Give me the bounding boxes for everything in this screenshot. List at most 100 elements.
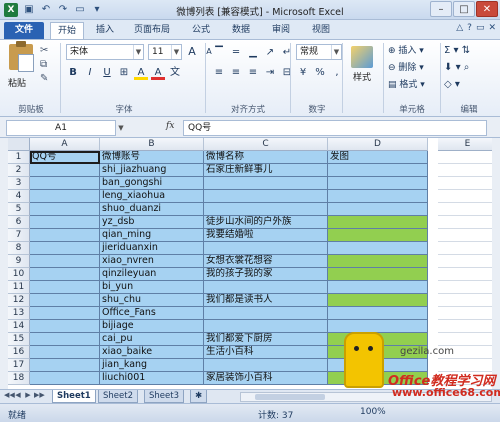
- align-middle-icon[interactable]: ═: [229, 46, 243, 60]
- table-cell-c4[interactable]: [204, 190, 328, 203]
- minimize-ribbon-icon[interactable]: △: [456, 23, 463, 33]
- table-cell-b11[interactable]: bi_yun: [100, 281, 204, 294]
- align-bottom-icon[interactable]: ▁: [246, 46, 260, 60]
- tab-view[interactable]: 视图: [306, 22, 336, 39]
- table-cell-b12[interactable]: shu_chu: [100, 294, 204, 307]
- table-cell-d4[interactable]: [328, 190, 428, 203]
- table-cell-c16[interactable]: 生活小百科: [204, 346, 328, 359]
- row-header[interactable]: 8: [8, 242, 30, 255]
- row-header[interactable]: 14: [8, 320, 30, 333]
- table-cell-a8[interactable]: [30, 242, 100, 255]
- row-header[interactable]: 3: [8, 177, 30, 190]
- table-cell-b6[interactable]: yz_dsb: [100, 216, 204, 229]
- bold-button[interactable]: B: [66, 66, 80, 80]
- row-header[interactable]: 2: [8, 164, 30, 177]
- table-cell-b10[interactable]: qinzileyuan: [100, 268, 204, 281]
- sheet-tab-sheet3[interactable]: Sheet3: [144, 390, 184, 403]
- table-cell-b8[interactable]: jieriduanxin: [100, 242, 204, 255]
- row-header[interactable]: 18: [8, 372, 30, 385]
- table-cell-e11[interactable]: [438, 281, 492, 294]
- align-right-icon[interactable]: ≡: [246, 66, 260, 80]
- underline-button[interactable]: U: [100, 66, 114, 80]
- table-cell-c6[interactable]: 徒步山水间的户外族: [204, 216, 328, 229]
- delete-cells-button[interactable]: ⊖ 删除 ▾: [388, 61, 425, 75]
- find-icon[interactable]: ⌕: [464, 62, 470, 73]
- table-cell-a1[interactable]: QQ号: [30, 151, 100, 164]
- table-cell-a17[interactable]: [30, 359, 100, 372]
- redo-icon[interactable]: ↷: [56, 3, 70, 17]
- table-cell-b5[interactable]: shuo_duanzi: [100, 203, 204, 216]
- table-cell-a5[interactable]: [30, 203, 100, 216]
- copy-icon[interactable]: ⧉: [40, 59, 48, 70]
- row-header[interactable]: 5: [8, 203, 30, 216]
- align-top-icon[interactable]: ▔: [212, 46, 226, 60]
- table-cell-c7[interactable]: 我要结婚啦: [204, 229, 328, 242]
- qat-dropdown-icon[interactable]: ▾: [90, 3, 104, 17]
- font-name-dropdown-icon[interactable]: ▼: [133, 45, 143, 59]
- table-cell-d6[interactable]: [328, 216, 428, 229]
- name-box-dropdown-icon[interactable]: ▼: [116, 120, 126, 136]
- table-cell-b1[interactable]: 微博账号: [100, 151, 204, 164]
- open-folder-icon[interactable]: ▭: [73, 3, 87, 17]
- table-cell-c8[interactable]: [204, 242, 328, 255]
- help-icon[interactable]: ?: [467, 23, 472, 33]
- scroll-thumb[interactable]: [255, 394, 325, 400]
- table-cell-b9[interactable]: xiao_nvren: [100, 255, 204, 268]
- autosum-button[interactable]: Σ ▾ ⇅: [444, 44, 470, 58]
- column-header-e[interactable]: E: [438, 138, 492, 151]
- align-center-icon[interactable]: ≡: [229, 66, 243, 80]
- row-header[interactable]: 9: [8, 255, 30, 268]
- table-cell-a12[interactable]: [30, 294, 100, 307]
- insert-cells-button[interactable]: ⊕ 插入 ▾: [388, 44, 425, 58]
- table-cell-c12[interactable]: 我们都是读书人: [204, 294, 328, 307]
- tab-home[interactable]: 开始: [50, 22, 84, 39]
- cut-icon[interactable]: ✂: [40, 45, 48, 56]
- borders-icon[interactable]: ⊞: [117, 66, 131, 80]
- table-cell-b18[interactable]: liuchi001: [100, 372, 204, 385]
- row-header[interactable]: 15: [8, 333, 30, 346]
- styles-button[interactable]: 样式: [344, 44, 380, 96]
- undo-icon[interactable]: ↶: [39, 3, 53, 17]
- format-painter-icon[interactable]: ✎: [40, 73, 48, 84]
- table-cell-d2[interactable]: [328, 164, 428, 177]
- clear-button[interactable]: ◇ ▾: [444, 78, 470, 92]
- orientation-icon[interactable]: ↗: [263, 46, 277, 60]
- table-cell-d13[interactable]: [328, 307, 428, 320]
- row-header[interactable]: 17: [8, 359, 30, 372]
- table-cell-b13[interactable]: Office_Fans: [100, 307, 204, 320]
- align-left-icon[interactable]: ≡: [212, 66, 226, 80]
- phonetic-button[interactable]: 文: [168, 66, 182, 80]
- minimize-button[interactable]: –: [430, 1, 452, 17]
- font-name-box[interactable]: 宋体 ▼: [66, 44, 144, 60]
- table-cell-e2[interactable]: [438, 164, 492, 177]
- table-cell-a15[interactable]: [30, 333, 100, 346]
- tab-formulas[interactable]: 公式: [186, 22, 216, 39]
- formula-input[interactable]: QQ号: [183, 120, 487, 136]
- table-cell-e10[interactable]: [438, 268, 492, 281]
- table-cell-c11[interactable]: [204, 281, 328, 294]
- close-button[interactable]: ✕: [476, 1, 498, 17]
- tab-file[interactable]: 文件: [4, 22, 44, 39]
- table-cell-d7[interactable]: [328, 229, 428, 242]
- column-header-c[interactable]: C: [204, 138, 328, 151]
- table-cell-d12[interactable]: [328, 294, 428, 307]
- table-cell-a6[interactable]: [30, 216, 100, 229]
- number-format-dropdown-icon[interactable]: ▼: [331, 45, 341, 59]
- table-cell-d3[interactable]: [328, 177, 428, 190]
- prev-sheet-icon[interactable]: ◀: [14, 391, 22, 399]
- table-cell-a18[interactable]: [30, 372, 100, 385]
- table-cell-e7[interactable]: [438, 229, 492, 242]
- font-size-dropdown-icon[interactable]: ▼: [171, 45, 181, 59]
- tab-data[interactable]: 数据: [226, 22, 256, 39]
- table-cell-c13[interactable]: [204, 307, 328, 320]
- column-header-d[interactable]: D: [328, 138, 428, 151]
- table-cell-c3[interactable]: [204, 177, 328, 190]
- row-header[interactable]: 13: [8, 307, 30, 320]
- sheet-tab-sheet1[interactable]: Sheet1: [52, 390, 96, 403]
- table-cell-d8[interactable]: [328, 242, 428, 255]
- font-size-box[interactable]: 11 ▼: [148, 44, 182, 60]
- excel-logo-icon[interactable]: X: [4, 3, 18, 17]
- table-cell-a9[interactable]: [30, 255, 100, 268]
- insert-function-button[interactable]: fx: [166, 121, 174, 131]
- table-cell-b2[interactable]: shi_jiazhuang: [100, 164, 204, 177]
